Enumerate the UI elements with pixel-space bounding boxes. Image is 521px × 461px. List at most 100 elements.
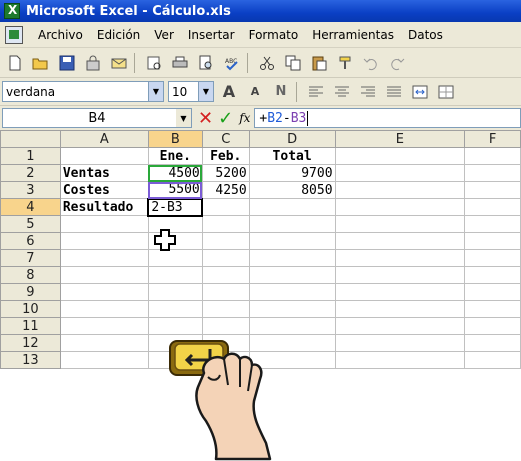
align-left-icon[interactable]: [305, 81, 327, 103]
cell-c4[interactable]: [201, 198, 250, 216]
cancel-icon[interactable]: ✕: [198, 108, 213, 129]
cut-icon[interactable]: [256, 52, 278, 74]
cell-d1[interactable]: Total: [248, 147, 336, 165]
row-header-2[interactable]: 2: [0, 164, 61, 182]
row-header-3[interactable]: 3: [0, 181, 61, 199]
excel-app-icon[interactable]: [4, 3, 20, 19]
cell[interactable]: [59, 266, 149, 284]
paste-icon[interactable]: [308, 52, 330, 74]
cell[interactable]: [248, 215, 336, 233]
cell[interactable]: [201, 283, 250, 301]
save-icon[interactable]: [56, 52, 78, 74]
menu-archivo[interactable]: Archivo: [31, 28, 90, 42]
cell[interactable]: [248, 300, 336, 318]
copy-icon[interactable]: [282, 52, 304, 74]
shrink-font-icon[interactable]: A: [244, 81, 266, 103]
cell[interactable]: [464, 266, 521, 284]
row-header-9[interactable]: 9: [0, 283, 61, 301]
cell[interactable]: [59, 215, 149, 233]
cell[interactable]: [147, 283, 203, 301]
cell-b2[interactable]: 4500: [147, 164, 203, 182]
chevron-down-icon[interactable]: ▼: [176, 109, 191, 127]
enter-check-icon[interactable]: ✓: [218, 108, 233, 129]
cell-d3[interactable]: 8050: [248, 181, 336, 199]
menu-insertar[interactable]: Insertar: [181, 28, 242, 42]
cell[interactable]: [59, 351, 149, 369]
merge-icon[interactable]: [409, 81, 431, 103]
open-icon[interactable]: [30, 52, 52, 74]
menu-ver[interactable]: Ver: [147, 28, 181, 42]
align-center-icon[interactable]: [331, 81, 353, 103]
spelling-icon[interactable]: ABC: [221, 52, 243, 74]
menu-edicion[interactable]: Edición: [90, 28, 147, 42]
select-all-corner[interactable]: [0, 130, 61, 148]
cell[interactable]: [334, 232, 466, 250]
column-header-d[interactable]: D: [248, 130, 336, 148]
chevron-down-icon[interactable]: ▼: [148, 82, 163, 101]
grow-font-icon[interactable]: A: [218, 81, 240, 103]
cell-f4[interactable]: [464, 198, 521, 216]
cell[interactable]: [464, 334, 521, 352]
cell-c1[interactable]: Feb.: [201, 147, 250, 165]
cell[interactable]: [201, 266, 250, 284]
cell-a1[interactable]: [59, 147, 149, 165]
row-header-7[interactable]: 7: [0, 249, 61, 267]
research-icon[interactable]: [143, 52, 165, 74]
cell[interactable]: [147, 317, 203, 335]
cell[interactable]: [334, 300, 466, 318]
cell[interactable]: [248, 283, 336, 301]
cell-a4[interactable]: Resultado: [59, 198, 149, 216]
cell[interactable]: [248, 232, 336, 250]
cell-b1[interactable]: Ene.: [147, 147, 203, 165]
cell[interactable]: [201, 249, 250, 267]
cell[interactable]: [201, 215, 250, 233]
cell[interactable]: [464, 283, 521, 301]
cell[interactable]: [59, 334, 149, 352]
column-header-c[interactable]: C: [201, 130, 250, 148]
print-icon[interactable]: [169, 52, 191, 74]
cell[interactable]: [147, 249, 203, 267]
cell[interactable]: [334, 317, 466, 335]
row-header-10[interactable]: 10: [0, 300, 61, 318]
row-header-13[interactable]: 13: [0, 351, 61, 369]
email-icon[interactable]: [108, 52, 130, 74]
cell[interactable]: [334, 283, 466, 301]
cell[interactable]: [59, 249, 149, 267]
cell[interactable]: [334, 249, 466, 267]
name-box[interactable]: B4 ▼: [2, 108, 192, 128]
cell[interactable]: [334, 334, 466, 352]
chevron-down-icon[interactable]: ▼: [198, 82, 213, 101]
cell[interactable]: [248, 266, 336, 284]
cell[interactable]: [464, 317, 521, 335]
insert-function-icon[interactable]: fx: [239, 111, 250, 125]
cell-d4[interactable]: [248, 198, 336, 216]
cell[interactable]: [59, 300, 149, 318]
row-header-4[interactable]: 4: [0, 198, 61, 216]
cell[interactable]: [464, 249, 521, 267]
cell[interactable]: [59, 232, 149, 250]
print-preview-icon[interactable]: [195, 52, 217, 74]
cell-e1[interactable]: [334, 147, 466, 165]
cell-a3[interactable]: Costes: [59, 181, 149, 199]
cell[interactable]: [201, 317, 250, 335]
align-right-icon[interactable]: [357, 81, 379, 103]
new-icon[interactable]: [4, 52, 26, 74]
workbook-icon[interactable]: [5, 25, 23, 44]
cell-f2[interactable]: [464, 164, 521, 182]
cell-e4[interactable]: [334, 198, 466, 216]
menu-datos[interactable]: Datos: [401, 28, 450, 42]
column-header-a[interactable]: A: [59, 130, 149, 148]
cell-a2[interactable]: Ventas: [59, 164, 149, 182]
formula-input[interactable]: + B2 - B3: [254, 108, 521, 128]
cell-d2[interactable]: 9700: [248, 164, 336, 182]
row-header-11[interactable]: 11: [0, 317, 61, 335]
row-header-12[interactable]: 12: [0, 334, 61, 352]
font-size-select[interactable]: 10 ▼: [168, 81, 214, 102]
cell-b3[interactable]: 5500: [147, 181, 203, 199]
column-header-f[interactable]: F: [464, 130, 521, 148]
cell-c3[interactable]: 4250: [201, 181, 250, 199]
cell[interactable]: [147, 266, 203, 284]
cell-b4-editing[interactable]: 2-B3: [147, 197, 204, 217]
cell-e3[interactable]: [334, 181, 466, 199]
cell[interactable]: [201, 232, 250, 250]
